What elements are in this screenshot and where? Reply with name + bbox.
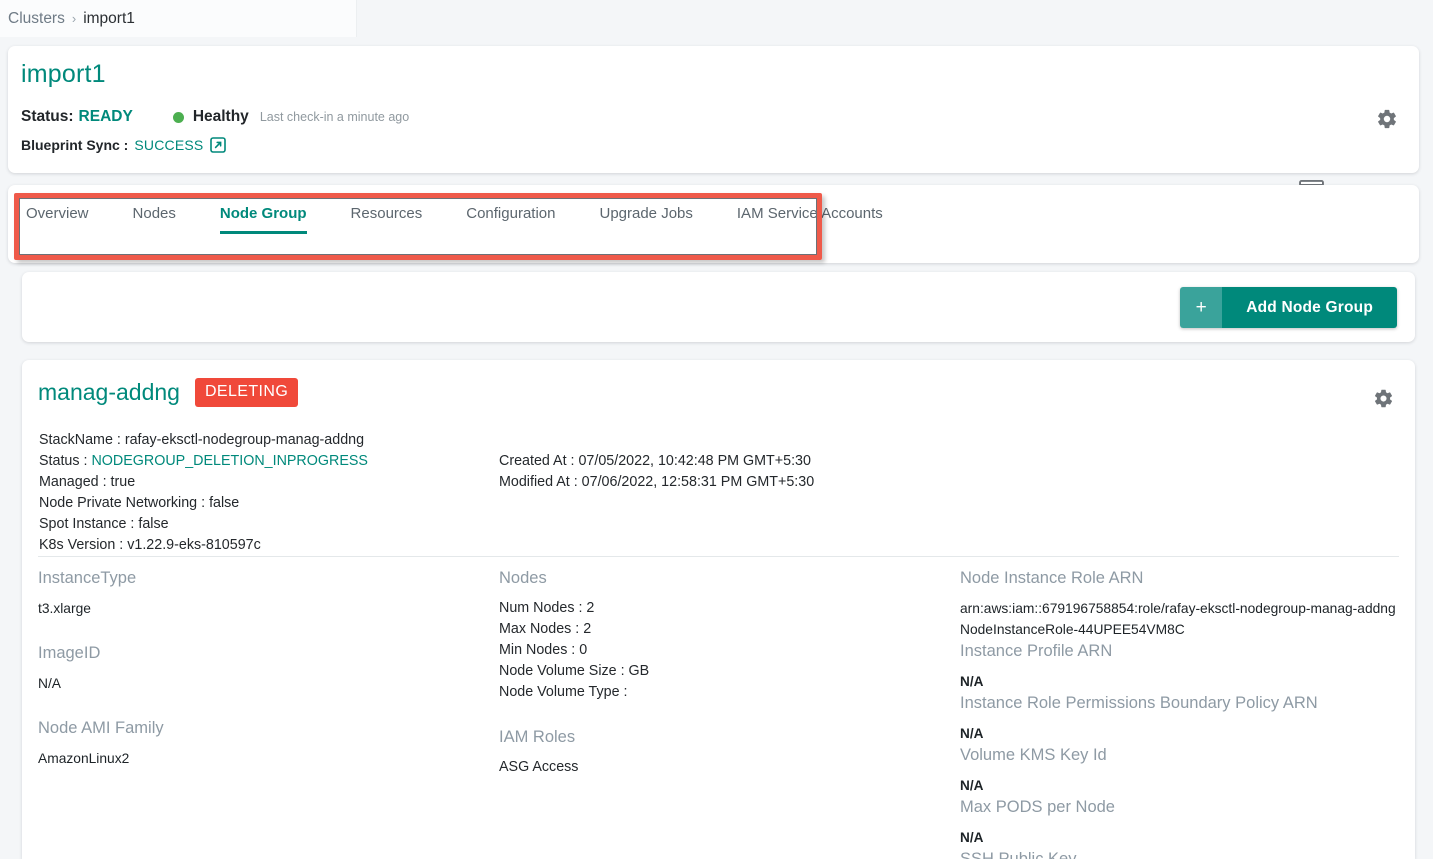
meta-created-at-key: Created At : — [499, 453, 575, 469]
blueprint-sync-row: Blueprint Sync : SUCCESS — [21, 137, 227, 153]
blueprint-sync-label: Blueprint Sync : — [21, 137, 129, 153]
health-text: Healthy — [192, 108, 249, 125]
node-group-card: manag-addng DELETING StackName : rafay-e… — [22, 360, 1415, 859]
iam-roles-label: IAM Roles — [499, 728, 576, 746]
meta-managed-value: true — [110, 474, 136, 490]
meta-managed: Managed : true — [39, 472, 368, 493]
page-title: import1 — [21, 60, 106, 88]
last-checkin-text: Last check-in a minute ago — [259, 110, 410, 124]
cluster-status-row: Status: READY Healthy Last check-in a mi… — [21, 108, 409, 126]
status-label: Status: — [21, 108, 74, 125]
detail-column-nodes: Nodes Num Nodes : 2 Max Nodes : 2 Min No… — [499, 567, 939, 778]
node-group-meta-right: Created At : 07/05/2022, 10:42:48 PM GMT… — [499, 451, 814, 493]
detail-column-instance: InstanceType t3.xlarge ImageID N/A Node … — [38, 567, 478, 769]
add-node-group-card: + Add Node Group — [22, 272, 1415, 342]
meta-modified-at: Modified At : 07/06/2022, 12:58:31 PM GM… — [499, 472, 814, 493]
node-instance-role-arn-value: arn:aws:iam::679196758854:role/rafay-eks… — [960, 601, 1396, 637]
breadcrumb-clusters-link[interactable]: Clusters — [8, 10, 65, 28]
node-volume-type-line: Node Volume Type : — [499, 684, 628, 700]
num-nodes-line: Num Nodes : 2 — [499, 600, 595, 616]
iam-role-line: ASG Access — [499, 759, 579, 775]
tab-upgrade-jobs[interactable]: Upgrade Jobs — [599, 195, 692, 234]
meta-modified-at-key: Modified At : — [499, 474, 578, 490]
max-pods-per-node-value: N/A — [960, 830, 984, 845]
tab-configuration[interactable]: Configuration — [466, 195, 555, 234]
meta-stackname-value: rafay-eksctl-nodegroup-manag-addng — [124, 432, 365, 448]
instance-type-label: InstanceType — [38, 569, 137, 587]
node-group-name[interactable]: manag-addng — [38, 379, 180, 406]
meta-k8s-version-key: K8s Version : — [39, 537, 124, 553]
tab-resources[interactable]: Resources — [351, 195, 423, 234]
section-divider — [38, 556, 1399, 557]
meta-modified-at-value: 07/06/2022, 12:58:31 PM GMT+5:30 — [581, 474, 815, 490]
tab-nodes[interactable]: Nodes — [133, 195, 176, 234]
node-ami-family-label: Node AMI Family — [38, 719, 164, 737]
meta-status-value: NODEGROUP_DELETION_INPROGRESS — [91, 453, 368, 469]
max-nodes-line: Max Nodes : 2 — [499, 621, 592, 637]
cluster-node-group-page: Clusters › import1 import1 Status: READY… — [0, 0, 1433, 859]
meta-k8s-version-value: v1.22.9-eks-810597c — [127, 537, 261, 553]
detail-column-roles: Node Instance Role ARN arn:aws:iam::6791… — [960, 567, 1415, 859]
external-link-icon[interactable] — [210, 137, 227, 153]
meta-k8s-version: K8s Version : v1.22.9-eks-810597c — [39, 535, 368, 556]
plus-icon: + — [1180, 287, 1223, 328]
status-value: READY — [78, 108, 133, 125]
meta-node-private-networking-key: Node Private Networking : — [39, 495, 206, 511]
add-node-group-label: Add Node Group — [1222, 287, 1397, 328]
meta-managed-key: Managed : — [39, 474, 107, 490]
instance-profile-arn-value: N/A — [960, 674, 984, 689]
breadcrumb-separator-icon: › — [71, 11, 77, 26]
cluster-header-card: import1 Status: READY Healthy Last check… — [8, 46, 1419, 201]
meta-node-private-networking: Node Private Networking : false — [39, 493, 368, 514]
instance-profile-arn-label: Instance Profile ARN — [960, 642, 1113, 660]
node-instance-role-arn-label: Node Instance Role ARN — [960, 569, 1144, 587]
tab-iam-service-accounts[interactable]: IAM Service Accounts — [737, 195, 883, 234]
add-node-group-button[interactable]: + Add Node Group — [1180, 287, 1397, 328]
status-badge: DELETING — [194, 378, 299, 407]
meta-created-at: Created At : 07/05/2022, 10:42:48 PM GMT… — [499, 451, 814, 472]
meta-stackname: StackName : rafay-eksctl-nodegroup-manag… — [39, 430, 368, 451]
permissions-boundary-arn-label: Instance Role Permissions Boundary Polic… — [960, 694, 1318, 712]
breadcrumb-current: import1 — [83, 9, 135, 27]
tab-overview[interactable]: Overview — [26, 195, 89, 234]
node-group-title-row: manag-addng DELETING — [38, 378, 299, 407]
volume-kms-key-id-value: N/A — [960, 778, 984, 793]
meta-status-key: Status : — [39, 453, 88, 469]
ssh-public-key-label: SSH Public Key — [960, 850, 1077, 859]
blueprint-sync-value[interactable]: SUCCESS — [134, 137, 203, 153]
image-id-value: N/A — [38, 676, 61, 691]
tabs-card: Overview Nodes Node Group Resources Conf… — [8, 185, 1419, 263]
tab-bar: Overview Nodes Node Group Resources Conf… — [26, 195, 927, 243]
meta-status: Status : NODEGROUP_DELETION_INPROGRESS — [39, 451, 368, 472]
meta-spot-instance: Spot Instance : false — [39, 514, 368, 535]
node-ami-family-value: AmazonLinux2 — [38, 751, 130, 766]
health-dot-icon — [172, 111, 184, 123]
node-volume-size-line: Node Volume Size : GB — [499, 663, 650, 679]
instance-type-value: t3.xlarge — [38, 601, 91, 616]
meta-spot-instance-value: false — [138, 516, 169, 532]
breadcrumb: Clusters › import1 — [0, 0, 357, 37]
image-id-label: ImageID — [38, 644, 101, 662]
meta-stackname-key: StackName : — [39, 432, 121, 448]
max-pods-per-node-label: Max PODS per Node — [960, 798, 1115, 816]
node-group-settings-gear-icon[interactable] — [1373, 388, 1394, 414]
min-nodes-line: Min Nodes : 0 — [499, 642, 588, 658]
tab-node-group[interactable]: Node Group — [219, 195, 307, 234]
nodes-label: Nodes — [499, 569, 547, 587]
volume-kms-key-id-label: Volume KMS Key Id — [960, 746, 1107, 764]
permissions-boundary-arn-value: N/A — [960, 726, 984, 741]
meta-created-at-value: 07/05/2022, 10:42:48 PM GMT+5:30 — [578, 453, 811, 469]
meta-node-private-networking-value: false — [209, 495, 240, 511]
node-group-meta-left: StackName : rafay-eksctl-nodegroup-manag… — [39, 430, 368, 556]
meta-spot-instance-key: Spot Instance : — [39, 516, 135, 532]
cluster-settings-gear-icon[interactable] — [1376, 108, 1398, 135]
